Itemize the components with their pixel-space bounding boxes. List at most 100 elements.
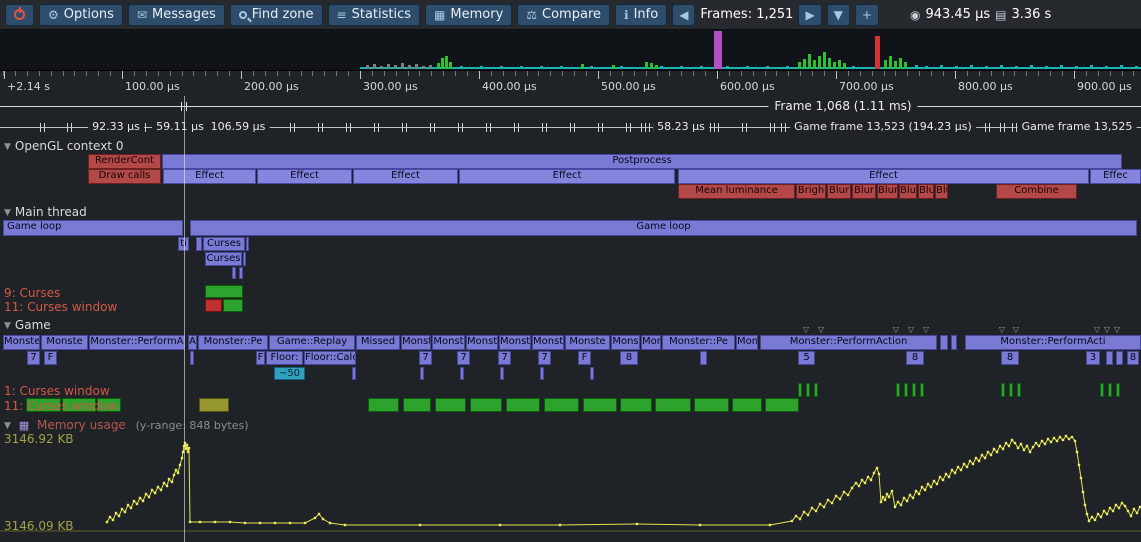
lock-row-label[interactable]: 9: Curses [4,286,60,300]
zone-blur[interactable]: Blur [899,184,917,199]
frame-bar[interactable] [387,64,390,69]
zone-tiny[interactable] [940,335,948,350]
frame-bar[interactable] [940,65,943,69]
frame-bar[interactable] [470,67,473,69]
frame-bar[interactable] [441,58,444,69]
zone-missed[interactable]: Missed [356,335,400,350]
zone-blur[interactable]: Blur [852,184,876,199]
plot-box[interactable] [732,398,762,412]
frame-bar[interactable] [429,65,432,69]
frame-bar[interactable] [600,67,603,69]
zone-effect[interactable]: Effect [459,169,675,184]
zone-curses[interactable]: Curses [205,252,242,266]
plot-box[interactable] [368,398,399,412]
plot-box[interactable] [814,383,818,397]
frame-header-row[interactable]: Frame 1,068 (1.11 ms) [0,96,1141,116]
subframe-label[interactable]: Game frame 13,523 (194.23 μs) [790,120,976,133]
zone-8[interactable]: 8 [906,351,924,365]
zone-tiny[interactable] [590,367,594,380]
zone-tiny[interactable] [460,367,464,380]
zone-tiny[interactable] [1116,351,1123,365]
frame-bar[interactable] [620,66,623,69]
frame-bar[interactable] [437,63,440,69]
zone-7[interactable]: 7 [27,351,40,365]
frame-bar[interactable] [645,62,648,69]
zone-effect[interactable]: Effect [163,169,256,184]
frame-bar[interactable] [852,66,855,69]
zone-tiny[interactable] [196,237,202,251]
zone-floor-calc[interactable]: Floor::Calc [304,351,356,365]
zone-monste[interactable]: Monste [41,335,88,350]
frame-bar[interactable] [838,60,841,69]
zone-blur[interactable]: Blur [935,184,948,199]
frame-bar[interactable] [1000,65,1003,69]
plot-box[interactable] [544,398,579,412]
frame-bar[interactable] [828,58,831,69]
zone-monst[interactable]: Monst [499,335,531,350]
plot-box[interactable] [904,383,908,397]
zone-tiny[interactable] [190,351,194,365]
message-marker-icon[interactable]: ▽ [893,325,899,334]
zone-monster-pe[interactable]: Monster::Pe [198,335,268,350]
options-button[interactable]: ⚙Options [39,4,123,26]
frame-bar[interactable] [408,65,411,69]
frame-bar[interactable] [550,67,553,69]
frame-bar[interactable] [776,67,779,69]
zone-7[interactable]: 7 [538,351,551,365]
zone-tiny[interactable] [500,367,504,380]
memory-graph[interactable] [0,434,1141,539]
zone-monster-pe[interactable]: Monster::Pe [662,335,735,350]
plot-box[interactable] [1001,383,1005,397]
frame-bar[interactable] [823,52,826,69]
collapse-arrow-icon[interactable]: ▼ [4,208,11,218]
message-marker-icon[interactable]: ▽ [1013,325,1019,334]
frame-bar[interactable] [1075,66,1078,69]
frame-bar[interactable] [894,61,897,69]
frame-bar[interactable] [690,67,693,69]
statistics-button[interactable]: ≡Statistics [328,4,421,26]
subframe-label[interactable]: 59.11 μs [152,120,208,133]
frame-bar[interactable] [401,63,404,69]
frame-bar[interactable] [736,67,739,69]
frame-bar[interactable] [726,66,729,69]
frame-bar[interactable] [1090,65,1093,69]
frame-bar[interactable] [884,60,887,69]
collapse-arrow-icon[interactable]: ▼ [4,421,11,431]
collapse-view-button[interactable]: ▼ [827,4,850,26]
frame-bar[interactable] [520,66,523,69]
zone-50[interactable]: ~50 [274,367,305,380]
plot-box[interactable] [1108,383,1112,397]
compare-button[interactable]: ⚖Compare [517,4,610,26]
plot-box[interactable] [912,383,916,397]
frame-bar[interactable] [786,66,789,69]
frame-bar[interactable] [803,59,806,69]
frame-bar[interactable] [415,64,418,69]
zone-a[interactable]: A [188,335,197,350]
frame-bar[interactable] [655,65,658,69]
zone-8[interactable]: 8 [1127,351,1139,365]
frame-bar[interactable] [1135,66,1138,69]
frame-bar[interactable] [766,66,769,69]
plot-box[interactable] [896,383,900,397]
message-marker-icon[interactable]: ▽ [999,325,1005,334]
frame-bar[interactable] [460,66,463,69]
info-button[interactable]: ℹInfo [615,4,667,26]
zone-combine[interactable]: Combine [996,184,1077,199]
zone-blur[interactable]: Blur [918,184,934,199]
zone-monst[interactable]: Monst [401,335,431,350]
collapse-arrow-icon[interactable]: ▼ [4,321,11,331]
frame-bar[interactable] [700,66,703,69]
plot-box[interactable] [223,299,243,312]
plot-box[interactable] [199,398,229,412]
subframe-row[interactable]: 92.33 μs59.11 μs106.59 μs58.23 μsGame fr… [0,117,1141,136]
zone-effect[interactable]: Effect [353,169,458,184]
prev-frame-button[interactable]: ◀ [672,4,695,26]
frame-bar[interactable] [1120,65,1123,69]
frame-bar[interactable] [490,67,493,69]
zone-curses[interactable]: Curses [203,237,245,251]
zone-blur[interactable]: Blur [877,184,898,199]
plot-box[interactable] [920,383,924,397]
frame-bar[interactable] [813,60,816,69]
frame-bar[interactable] [560,66,563,69]
zone-blur[interactable]: Blur [827,184,851,199]
